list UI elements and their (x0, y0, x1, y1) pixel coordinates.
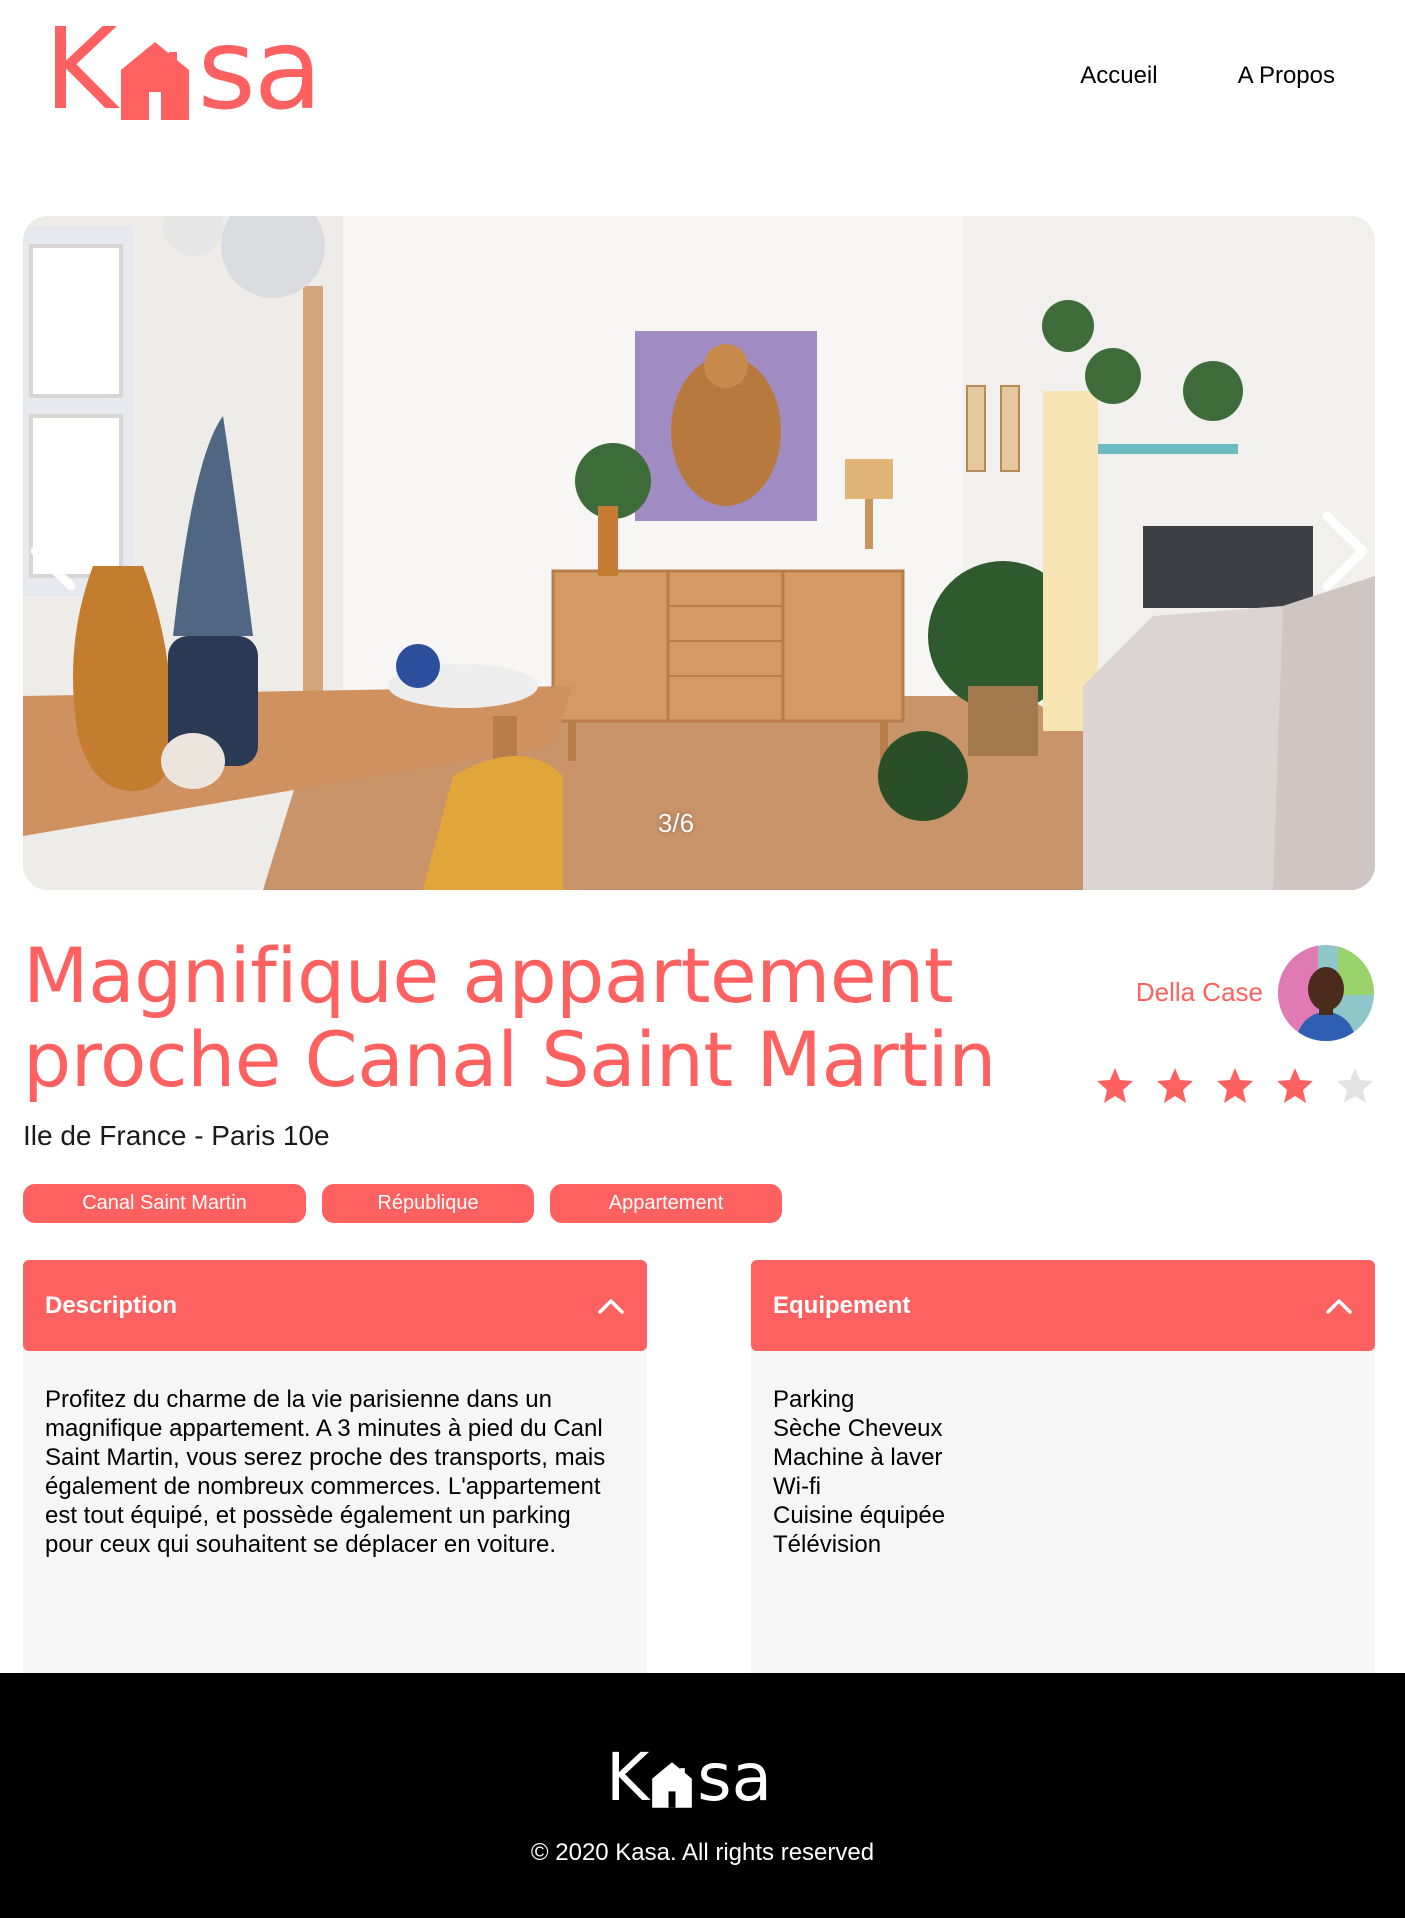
listing-location: Ile de France - Paris 10e (23, 1120, 330, 1151)
rating-stars (1095, 1066, 1375, 1106)
star-empty-icon (1337, 1068, 1373, 1103)
kasa-logo[interactable]: K sa (44, 14, 322, 126)
chevron-up-icon (598, 1298, 624, 1314)
tag: République (322, 1184, 534, 1223)
list-item: Wi-fi (773, 1473, 821, 1500)
tag: Appartement (550, 1184, 782, 1223)
header: K sa Accueil A Propos (0, 0, 1405, 160)
equipment-body: Parking Sèche Cheveux Machine à laver Wi… (751, 1345, 1375, 1683)
house-icon (652, 1762, 693, 1808)
main-nav: Accueil A Propos (1080, 62, 1335, 90)
equipment-list: Parking Sèche Cheveux Machine à laver Wi… (773, 1385, 1353, 1559)
description-collapse-toggle[interactable]: Description (23, 1260, 647, 1351)
copyright-text: © 2020 Kasa. All rights reserved (530, 1839, 875, 1866)
star-filled-icon (1157, 1068, 1193, 1103)
logo-letter-k: K (44, 5, 117, 135)
chevron-up-icon (1326, 1298, 1352, 1314)
carousel-prev-button[interactable] (23, 506, 83, 596)
nav-link-about[interactable]: A Propos (1238, 62, 1335, 90)
description-title: Description (45, 1291, 178, 1319)
description-body: Profitez du charme de la vie parisienne … (23, 1345, 647, 1712)
description-text: Profitez du charme de la vie parisienne … (45, 1386, 606, 1558)
nav-link-home[interactable]: Accueil (1080, 62, 1157, 90)
list-item: Machine à laver (773, 1444, 943, 1471)
house-icon (121, 42, 190, 120)
footer-logo-letter-k: K (606, 1739, 650, 1816)
carousel-photo (23, 216, 1375, 890)
equipment-collapse: Equipement Parking Sèche Cheveux Machine… (751, 1260, 1375, 1683)
footer-logo: K sa (606, 1745, 772, 1811)
footer: K sa © 2020 Kasa. All rights reserved (0, 1673, 1405, 1918)
host-name: Della Case (1135, 977, 1263, 1007)
list-item: Cuisine équipée (773, 1502, 946, 1529)
description-collapse: Description Profitez du charme de la vie… (23, 1260, 647, 1712)
list-item: Télévision (773, 1531, 882, 1558)
star-filled-icon (1217, 1068, 1253, 1103)
listing-title: Magnifique appartement proche Canal Sain… (23, 931, 996, 1104)
carousel-next-button[interactable] (1315, 506, 1375, 596)
star-filled-icon (1097, 1068, 1133, 1103)
list-item: Sèche Cheveux (773, 1415, 943, 1442)
image-carousel (23, 216, 1375, 890)
star-filled-icon (1277, 1068, 1313, 1103)
equipment-collapse-toggle[interactable]: Equipement (751, 1260, 1375, 1351)
list-item: Parking (773, 1386, 855, 1413)
logo-letters-sa: sa (197, 5, 322, 135)
tag-list: Canal Saint Martin République Appartemen… (23, 1184, 782, 1223)
footer-logo-letters-sa: sa (697, 1739, 773, 1816)
host-avatar (1278, 945, 1374, 1041)
avatar-image (1278, 945, 1374, 1041)
tag: Canal Saint Martin (23, 1184, 306, 1223)
equipment-title: Equipement (773, 1291, 911, 1319)
carousel-counter: 3/6 (657, 808, 695, 838)
